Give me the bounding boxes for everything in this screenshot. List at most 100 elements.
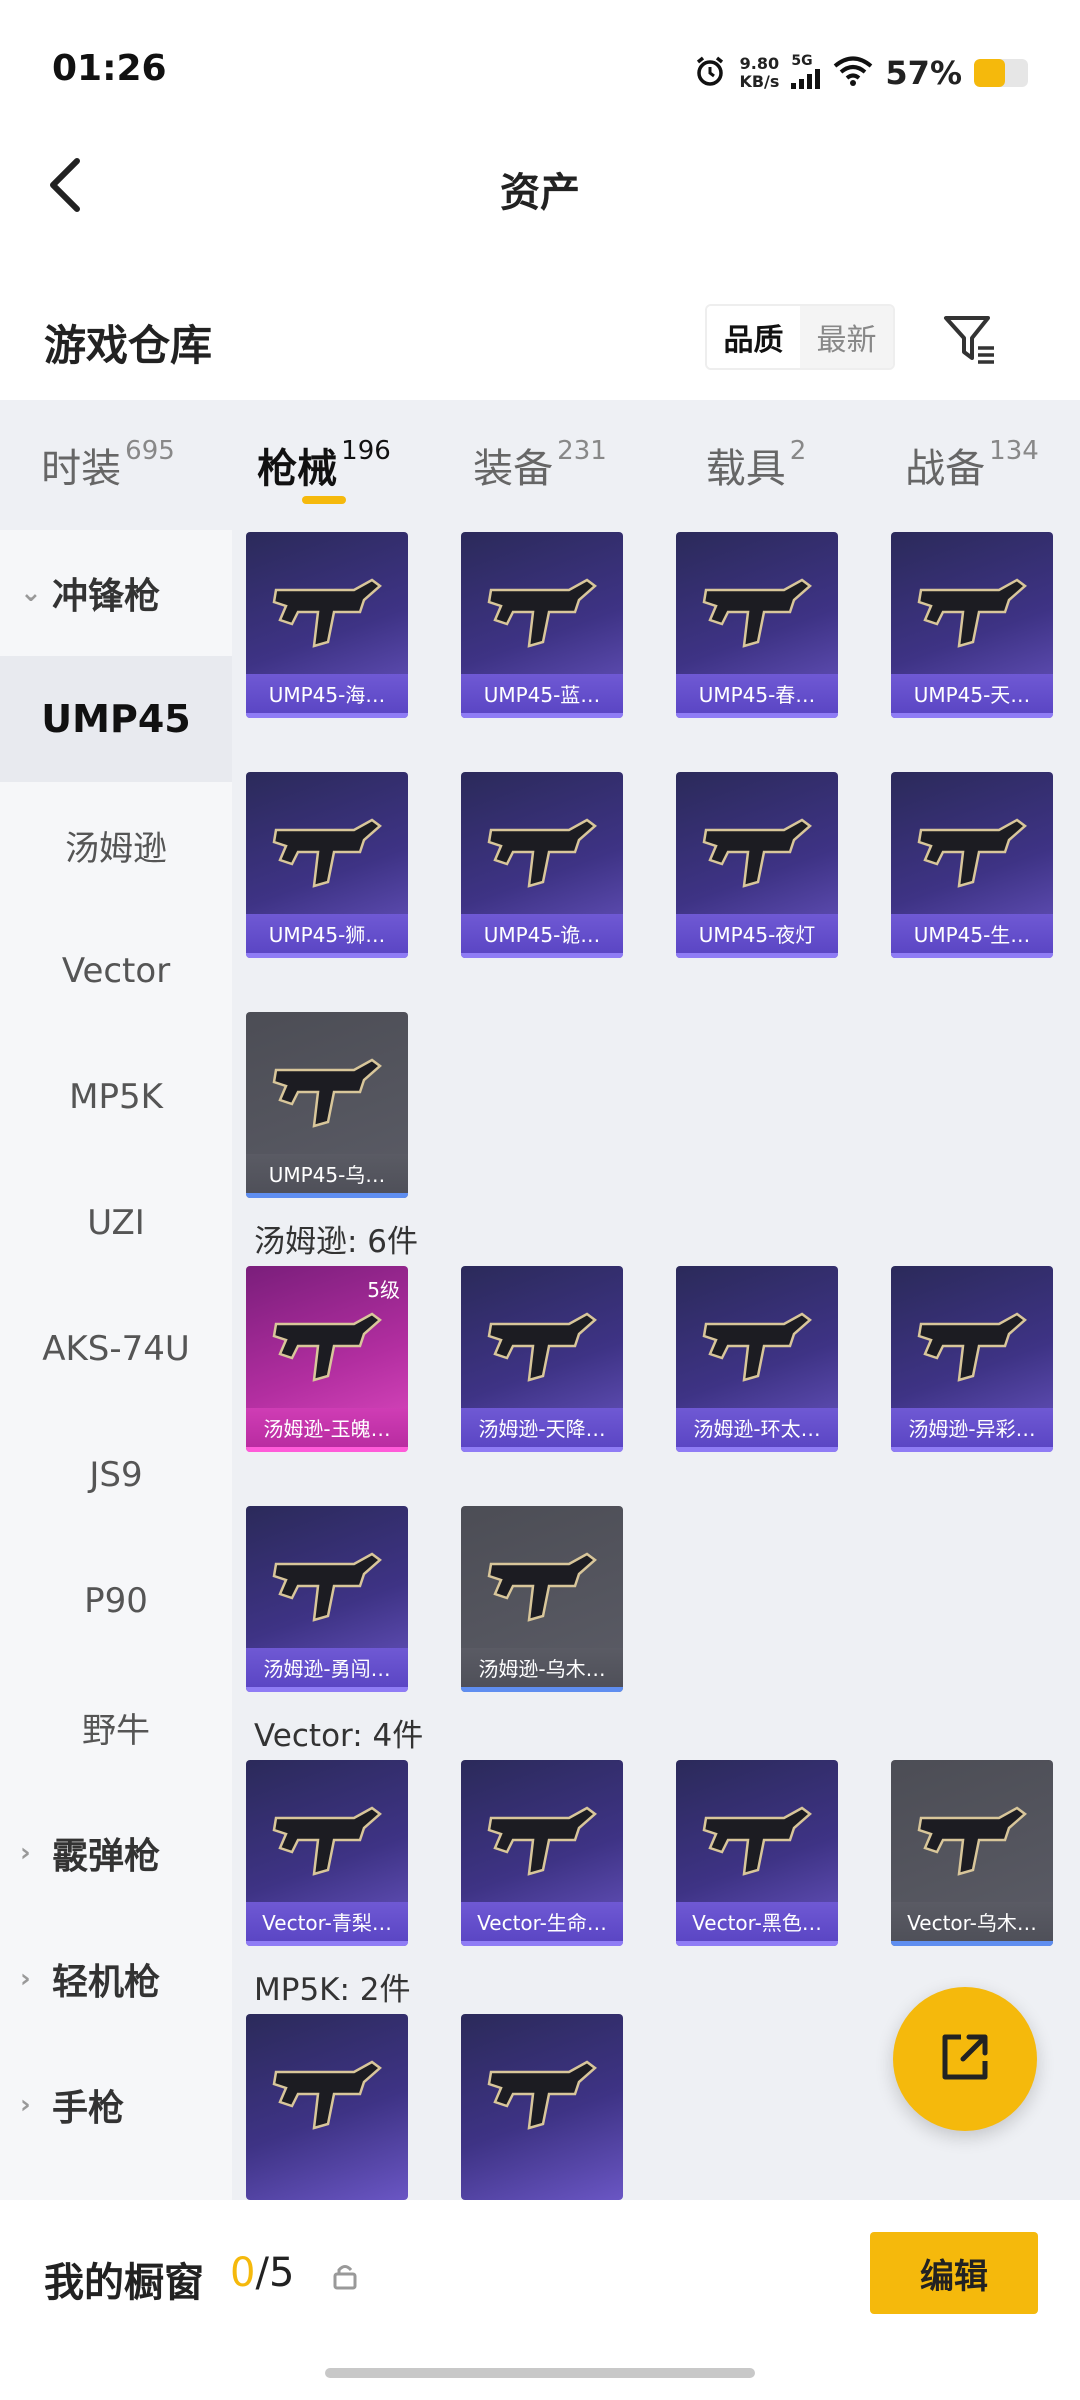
sidebar-item-ump45[interactable]: UMP45	[0, 656, 232, 782]
sidebar-item-p90[interactable]: P90	[0, 1538, 232, 1664]
tab-count: 231	[557, 436, 607, 466]
skin-card[interactable]: Vector-生命…	[461, 1760, 623, 1946]
gun-icon	[487, 1552, 597, 1622]
share-button[interactable]	[893, 1987, 1037, 2131]
category-tabs: 时装 695 枪械 196 装备 231 载具 2 战备 134	[0, 400, 1080, 530]
skin-card[interactable]: 汤姆逊-乌木…	[461, 1506, 623, 1692]
sidebar-category-lmg[interactable]: › 轻机枪	[0, 1916, 232, 2042]
skin-card[interactable]	[461, 2014, 623, 2200]
net-speed-unit: KB/s	[739, 72, 780, 91]
wifi-icon	[833, 55, 873, 91]
skin-card[interactable]: 汤姆逊-异彩…	[891, 1266, 1053, 1452]
skin-card[interactable]: Vector-乌木…	[891, 1760, 1053, 1946]
skin-name: UMP45-狮…	[246, 914, 408, 958]
skin-name: UMP45-蓝…	[461, 674, 623, 718]
sidebar-item-mp5k[interactable]: MP5K	[0, 1034, 232, 1160]
sidebar-category-shotgun[interactable]: › 霰弹枪	[0, 1790, 232, 1916]
skin-name: UMP45-乌…	[246, 1154, 408, 1198]
skin-card[interactable]: 汤姆逊-勇闯…	[246, 1506, 408, 1692]
skin-card[interactable]: UMP45-海…	[246, 532, 408, 718]
showcase-bar: 我的橱窗 0/5 编辑	[0, 2200, 1080, 2400]
tab-guns[interactable]: 枪械 196	[216, 400, 432, 530]
gun-icon	[487, 1806, 597, 1876]
group-title: MP5K: 2件	[254, 1972, 411, 2008]
skin-name: Vector-青梨…	[246, 1902, 408, 1946]
skin-card[interactable]: Vector-黑色…	[676, 1760, 838, 1946]
sidebar-item-label: 轻机枪	[52, 1962, 161, 2003]
battery-percent: 57%	[885, 54, 962, 92]
chevron-right-icon: ›	[20, 2090, 31, 2120]
skin-name: Vector-乌木…	[891, 1902, 1053, 1946]
sidebar-item-label: 冲锋枪	[52, 576, 161, 617]
filter-button[interactable]	[940, 310, 1000, 370]
battery-fill	[974, 59, 1005, 87]
sidebar-category-smg[interactable]: ⌄ 冲锋枪	[0, 530, 232, 656]
gun-icon	[272, 818, 382, 888]
sidebar-item-js9[interactable]: JS9	[0, 1412, 232, 1538]
skin-card[interactable]: 汤姆逊-天降…	[461, 1266, 623, 1452]
gun-icon	[272, 1806, 382, 1876]
sidebar-item-label: 霰弹枪	[52, 1836, 161, 1877]
skin-grid: UMP45-海… UMP45-蓝… UMP45-春… UMP45-天… UMP45-狮……	[232, 530, 1080, 2200]
skin-name: UMP45-海…	[246, 674, 408, 718]
weapon-sidebar: ⌄ 冲锋枪 UMP45 汤姆逊 Vector MP5K UZI AKS-74U …	[0, 530, 232, 2200]
skin-name: 汤姆逊-乌木…	[461, 1648, 623, 1692]
tab-outfits[interactable]: 时装 695	[0, 400, 216, 530]
gun-icon	[917, 1312, 1027, 1382]
sort-quality-button[interactable]: 品质	[707, 306, 800, 368]
gun-icon	[272, 578, 382, 648]
tab-label: 时装	[41, 446, 122, 492]
skin-name: Vector-生命…	[461, 1902, 623, 1946]
signal-type: 5G	[791, 53, 813, 69]
status-bar: 01:26 9.80 KB/s 5G 57%	[0, 0, 1080, 130]
page-title: 资产	[500, 170, 580, 216]
gun-icon	[487, 578, 597, 648]
gun-icon	[487, 2060, 597, 2130]
skin-card[interactable]: UMP45-夜灯	[676, 772, 838, 958]
sidebar-category-pistol[interactable]: › 手枪	[0, 2042, 232, 2168]
home-indicator[interactable]	[325, 2368, 755, 2378]
sort-toggle: 品质 最新	[705, 304, 895, 370]
skin-card[interactable]: UMP45-乌…	[246, 1012, 408, 1198]
skin-card[interactable]: UMP45-生…	[891, 772, 1053, 958]
group-title: 汤姆逊: 6件	[254, 1224, 419, 1260]
gun-icon	[272, 1058, 382, 1128]
filter-icon	[940, 316, 1000, 374]
share-icon	[933, 2025, 997, 2093]
skin-name: UMP45-春…	[676, 674, 838, 718]
skin-card[interactable]: 汤姆逊-环太…	[676, 1266, 838, 1452]
tab-tactical[interactable]: 战备 134	[864, 400, 1080, 530]
chevron-right-icon: ›	[20, 1964, 31, 1994]
signal-icon	[791, 69, 821, 93]
skin-card[interactable]: UMP45-狮…	[246, 772, 408, 958]
level-badge: 5级	[367, 1278, 400, 1302]
skin-card[interactable]: UMP45-春…	[676, 532, 838, 718]
skin-card[interactable]: UMP45-蓝…	[461, 532, 623, 718]
tab-label: 载具	[705, 446, 786, 492]
edit-button[interactable]: 编辑	[870, 2232, 1038, 2314]
gun-icon	[272, 2060, 382, 2130]
skin-card[interactable]	[246, 2014, 408, 2200]
sidebar-item-thompson[interactable]: 汤姆逊	[0, 782, 232, 908]
skin-name: 汤姆逊-异彩…	[891, 1408, 1053, 1452]
skin-card[interactable]: Vector-青梨…	[246, 1760, 408, 1946]
tab-equipment[interactable]: 装备 231	[432, 400, 648, 530]
group-title: Vector: 4件	[254, 1718, 424, 1754]
skin-card[interactable]: UMP45-天…	[891, 532, 1053, 718]
sidebar-item-uzi[interactable]: UZI	[0, 1160, 232, 1286]
sidebar-item-label: 手枪	[52, 2088, 125, 2129]
skin-card[interactable]: 5级汤姆逊-玉魄…	[246, 1266, 408, 1452]
skin-name: 汤姆逊-玉魄…	[246, 1408, 408, 1452]
sort-newest-button[interactable]: 最新	[800, 306, 893, 368]
tab-vehicles[interactable]: 载具 2	[648, 400, 864, 530]
gun-icon	[702, 1312, 812, 1382]
sidebar-item-aks74u[interactable]: AKS-74U	[0, 1286, 232, 1412]
lock-icon	[332, 2262, 358, 2290]
tab-label: 装备	[473, 446, 554, 492]
sidebar-item-vector[interactable]: Vector	[0, 908, 232, 1034]
showcase-separator: /	[255, 2250, 269, 2296]
gun-icon	[702, 818, 812, 888]
sidebar-item-bizon[interactable]: 野牛	[0, 1664, 232, 1790]
skin-card[interactable]: UMP45-诡…	[461, 772, 623, 958]
skin-name: Vector-黑色…	[676, 1902, 838, 1946]
